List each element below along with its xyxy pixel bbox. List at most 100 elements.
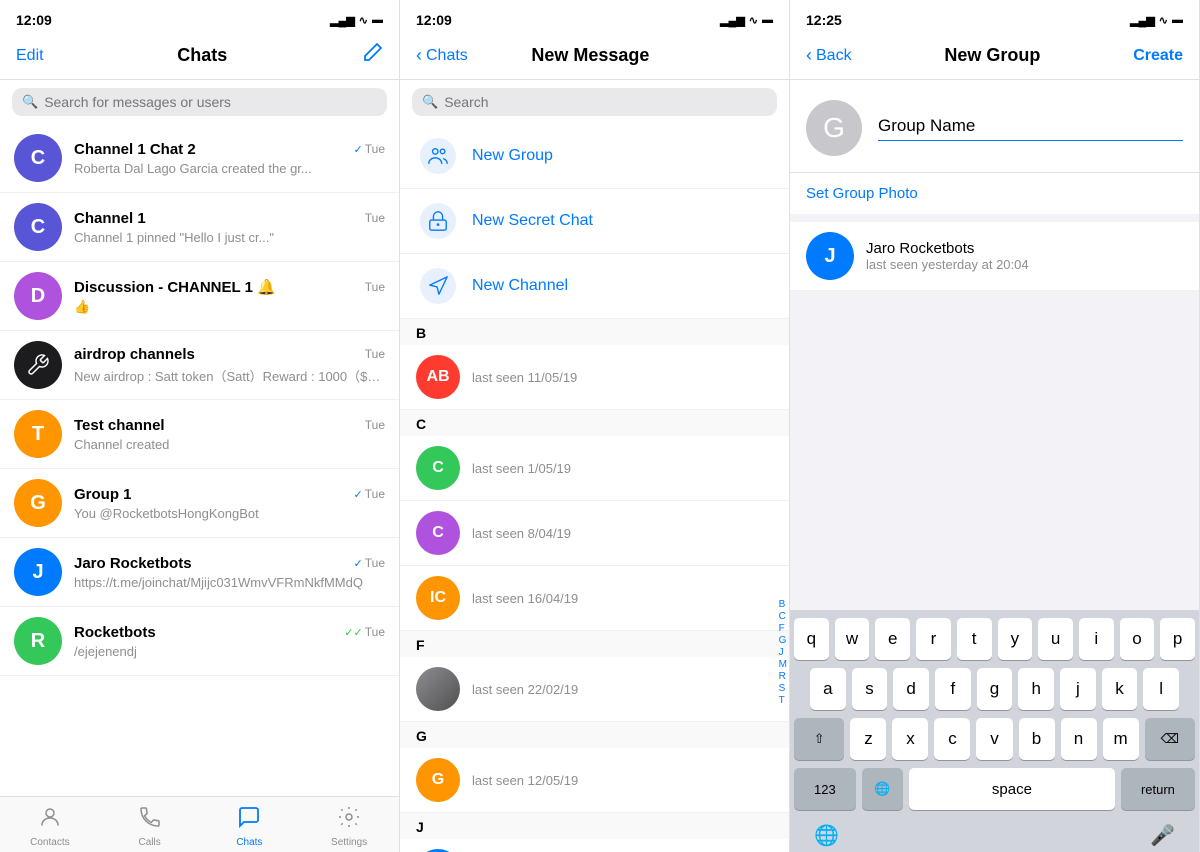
key-j[interactable]: j [1060, 668, 1096, 710]
chat-time: Tue [365, 347, 385, 361]
key-e[interactable]: e [875, 618, 910, 660]
back-to-chats-button[interactable]: ‹ Chats [416, 45, 468, 66]
bottom-tabs: Contacts Calls Chats [0, 796, 399, 852]
key-l[interactable]: l [1143, 668, 1179, 710]
chat-item[interactable]: J Jaro Rocketbots ✓ Tue https://t.me/joi… [0, 538, 399, 607]
tab-calls[interactable]: Calls [100, 803, 200, 850]
menu-icon-new-group [420, 138, 456, 174]
key-g[interactable]: g [977, 668, 1013, 710]
status-time-3: 12:25 [806, 12, 842, 28]
chat-avatar: J [14, 548, 62, 596]
key-123[interactable]: 123 [794, 768, 856, 810]
create-button[interactable]: Create [1133, 47, 1183, 65]
set-group-photo-button[interactable]: Set Group Photo [790, 173, 1199, 222]
key-return[interactable]: return [1121, 768, 1195, 810]
members-list: J Jaro Rocketbots last seen yesterday at… [790, 222, 1199, 291]
status-bar-2: 12:09 ▂▄▆ ∿ ▬ [400, 0, 789, 36]
chat-item[interactable]: airdrop channels Tue New airdrop : Satt … [0, 331, 399, 400]
chat-item[interactable]: D Discussion - CHANNEL 1 🔔 Tue 👍 [0, 262, 399, 331]
signal-icon-2: ▂▄▆ [720, 14, 745, 27]
member-avatar: J [806, 232, 854, 280]
search-input-1[interactable] [44, 94, 377, 110]
key-n[interactable]: n [1061, 718, 1097, 760]
chat-list: C Channel 1 Chat 2 ✓ Tue Roberta Dal Lag… [0, 124, 399, 796]
chat-avatar [14, 341, 62, 389]
menu-item-new-channel[interactable]: New Channel [400, 254, 789, 319]
keyboard[interactable]: q w e r t y u i o p a s d f g h j k l ⇧ … [790, 610, 1199, 852]
member-info: Jaro Rocketbots last seen yesterday at 2… [866, 240, 1183, 272]
menu-item-new-group[interactable]: New Group [400, 124, 789, 189]
key-i[interactable]: i [1079, 618, 1114, 660]
key-r[interactable]: r [916, 618, 951, 660]
chat-avatar: C [14, 134, 62, 182]
section-header-B: B [400, 319, 789, 345]
compose-icon[interactable] [361, 42, 383, 70]
status-bar-3: 12:25 ▂▄▆ ∿ ▬ [790, 0, 1199, 36]
chat-content: airdrop channels Tue New airdrop : Satt … [74, 346, 385, 385]
group-name-input[interactable] [878, 116, 1183, 141]
tab-chats[interactable]: Chats [200, 803, 300, 850]
settings-tab-icon [337, 805, 361, 835]
contacts-list: B AB last seen 11/05/19 C C last seen 1/… [400, 319, 789, 852]
key-f[interactable]: f [935, 668, 971, 710]
key-s[interactable]: s [852, 668, 888, 710]
key-backspace[interactable]: ⌫ [1145, 718, 1195, 760]
chat-time: Tue [365, 418, 385, 432]
key-z[interactable]: z [850, 718, 886, 760]
member-name: Jaro Rocketbots [866, 240, 1183, 257]
contact-item[interactable]: AB last seen 11/05/19 [400, 345, 789, 410]
menu-items-container: New Group New Secret Chat New Channel [400, 124, 789, 319]
menu-item-new-secret-chat[interactable]: New Secret Chat [400, 189, 789, 254]
contact-item[interactable]: last seen 22/02/19 [400, 657, 789, 722]
key-o[interactable]: o [1120, 618, 1155, 660]
key-globe[interactable]: 🌐 [862, 768, 903, 810]
key-k[interactable]: k [1102, 668, 1138, 710]
key-shift[interactable]: ⇧ [794, 718, 844, 760]
status-bar-1: 12:09 ▂▄▆ ∿ ▬ [0, 0, 399, 36]
chat-item[interactable]: R Rocketbots ✓✓ Tue /ejejenendj [0, 607, 399, 676]
key-b[interactable]: b [1019, 718, 1055, 760]
key-x[interactable]: x [892, 718, 928, 760]
key-h[interactable]: h [1018, 668, 1054, 710]
key-space[interactable]: space [909, 768, 1115, 810]
chat-item[interactable]: T Test channel Tue Channel created [0, 400, 399, 469]
chat-avatar: G [14, 479, 62, 527]
search-bar-2[interactable]: 🔍 [412, 88, 777, 116]
tab-contacts[interactable]: Contacts [0, 803, 100, 850]
nav-bar-2: ‹ Chats New Message [400, 36, 789, 80]
chat-item[interactable]: G Group 1 ✓ Tue You @RocketbotsHongKongB… [0, 469, 399, 538]
group-avatar[interactable]: G [806, 100, 862, 156]
key-p[interactable]: p [1160, 618, 1195, 660]
key-v[interactable]: v [976, 718, 1012, 760]
new-group-panel: 12:25 ▂▄▆ ∿ ▬ ‹ Back New Group Create G … [790, 0, 1200, 852]
key-m[interactable]: m [1103, 718, 1139, 760]
key-a[interactable]: a [810, 668, 846, 710]
contact-item[interactable]: C last seen 1/05/19 [400, 436, 789, 501]
key-y[interactable]: y [998, 618, 1033, 660]
chat-content: Jaro Rocketbots ✓ Tue https://t.me/joinc… [74, 555, 385, 590]
contact-avatar: C [416, 446, 460, 490]
contact-status: last seen 11/05/19 [472, 370, 577, 385]
chat-item[interactable]: C Channel 1 Tue Channel 1 pinned "Hello … [0, 193, 399, 262]
key-w[interactable]: w [835, 618, 870, 660]
contact-info: last seen 12/05/19 [472, 773, 578, 788]
key-t[interactable]: t [957, 618, 992, 660]
back-button[interactable]: ‹ Back [806, 45, 852, 66]
contact-item[interactable]: IC last seen 16/04/19 [400, 566, 789, 631]
contact-item[interactable]: C last seen 8/04/19 [400, 501, 789, 566]
search-bar-1[interactable]: 🔍 [12, 88, 387, 116]
chats-title: Chats [177, 45, 227, 66]
mic-icon: 🎤 [1150, 823, 1175, 848]
contact-item[interactable]: G last seen 12/05/19 [400, 748, 789, 813]
edit-button[interactable]: Edit [16, 47, 44, 65]
tab-settings[interactable]: Settings [299, 803, 399, 850]
chat-content: Discussion - CHANNEL 1 🔔 Tue 👍 [74, 278, 385, 315]
contact-item[interactable]: J last seen yesterday at 20:04 [400, 839, 789, 852]
chat-item[interactable]: C Channel 1 Chat 2 ✓ Tue Roberta Dal Lag… [0, 124, 399, 193]
key-q[interactable]: q [794, 618, 829, 660]
key-c[interactable]: c [934, 718, 970, 760]
chat-preview: /ejejenendj [74, 644, 385, 659]
key-u[interactable]: u [1038, 618, 1073, 660]
key-d[interactable]: d [893, 668, 929, 710]
search-input-2[interactable] [444, 94, 767, 110]
